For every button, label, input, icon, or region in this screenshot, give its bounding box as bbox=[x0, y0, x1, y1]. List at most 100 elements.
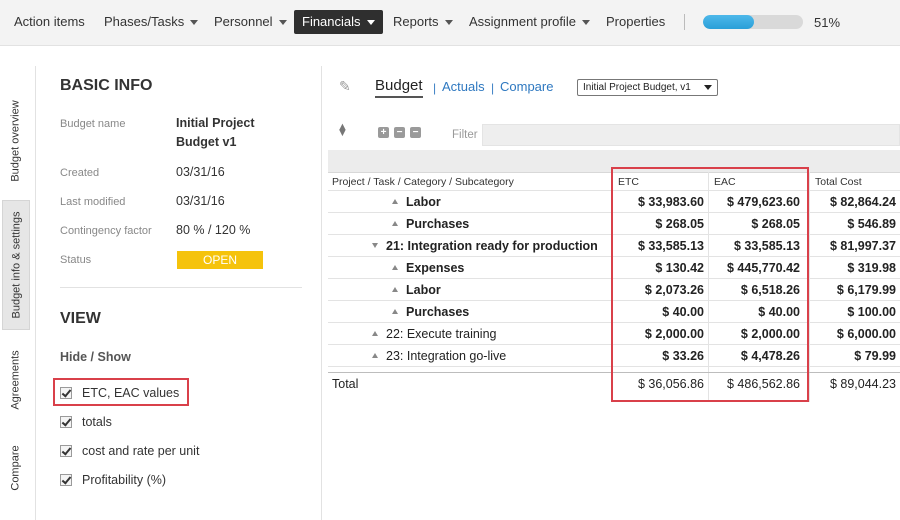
nav-phases-tasks[interactable]: Phases/Tasks bbox=[104, 10, 199, 34]
expand-toggle-icon[interactable] bbox=[372, 353, 378, 359]
total-cost-value: $ 81,997.37 bbox=[829, 239, 896, 253]
expand-toggle-icon[interactable] bbox=[392, 265, 398, 271]
nav-assignment-profile[interactable]: Assignment profile bbox=[469, 10, 590, 34]
nav-label: Action items bbox=[14, 14, 85, 29]
last-modified-label: Last modified bbox=[60, 196, 126, 208]
nav-label: Financials bbox=[302, 14, 361, 29]
nav-label: Phases/Tasks bbox=[104, 14, 185, 29]
row-label: Expenses bbox=[406, 261, 465, 275]
progress-label: 51% bbox=[814, 15, 841, 30]
hide-show-label: Hide / Show bbox=[60, 350, 131, 364]
expand-toggle-icon[interactable] bbox=[392, 221, 398, 227]
expand-toggle-icon[interactable] bbox=[392, 309, 398, 315]
row-name: Purchases bbox=[332, 301, 612, 323]
checkbox-checked[interactable] bbox=[60, 474, 72, 486]
basic-info-panel: BASIC INFO Budget name Initial Project B… bbox=[36, 66, 322, 520]
budget-select-value: Initial Project Budget, v1 bbox=[583, 82, 691, 93]
last-modified-value: 03/31/16 bbox=[176, 194, 225, 208]
pencil-icon[interactable]: ✎ bbox=[339, 78, 351, 95]
chevron-down-icon bbox=[190, 20, 199, 26]
contingency-value: 80 % / 120 % bbox=[176, 223, 251, 237]
total-cost-value: $ 100.00 bbox=[847, 305, 896, 319]
etc-eac-highlight bbox=[53, 378, 189, 406]
total-cost-value: $ 82,864.24 bbox=[829, 195, 896, 209]
budget-name-label: Budget name bbox=[60, 118, 126, 130]
checkbox-checked[interactable] bbox=[60, 416, 72, 428]
budget-name-value: Initial Project Budget v1 bbox=[176, 116, 255, 149]
basic-info-title: BASIC INFO bbox=[60, 77, 153, 94]
expand-all-icon[interactable]: + bbox=[378, 127, 389, 138]
chevron-down-icon bbox=[444, 20, 453, 26]
total-cost-value: $ 546.89 bbox=[847, 217, 896, 231]
nav-action-items[interactable]: Action items bbox=[14, 10, 85, 34]
row-name: 23: Integration go-live bbox=[332, 345, 612, 367]
top-nav: Action items Phases/Tasks Personnel Fina… bbox=[0, 0, 900, 46]
option-label: Profitability (%) bbox=[82, 473, 167, 487]
chevron-down-icon bbox=[366, 20, 375, 26]
created-value: 03/31/16 bbox=[176, 165, 225, 179]
side-tab-label: Budget info & settings bbox=[10, 211, 23, 319]
tab-compare[interactable]: Compare bbox=[500, 79, 553, 94]
chevron-down-icon bbox=[704, 85, 712, 90]
expand-toggle-icon[interactable] bbox=[392, 287, 398, 293]
contingency-label: Contingency factor bbox=[60, 225, 152, 237]
expand-toggle-icon[interactable] bbox=[392, 199, 398, 205]
side-tab-agreements[interactable]: Agreements bbox=[2, 342, 30, 418]
row-name: Expenses bbox=[332, 257, 612, 279]
nav-financials[interactable]: Financials bbox=[294, 10, 383, 34]
row-label: 21: Integration ready for production bbox=[386, 239, 598, 253]
row-label: Purchases bbox=[406, 217, 470, 231]
side-tab-label: Budget overview bbox=[10, 100, 23, 182]
nav-label: Reports bbox=[393, 14, 439, 29]
view-title: VIEW bbox=[60, 310, 101, 327]
section-divider bbox=[60, 287, 302, 288]
created-label: Created bbox=[60, 167, 100, 179]
row-label: 22: Execute training bbox=[386, 327, 497, 341]
option-profitability[interactable]: Profitability (%) bbox=[60, 470, 166, 490]
total-cost-value: $ 79.99 bbox=[854, 349, 896, 363]
nav-reports[interactable]: Reports bbox=[393, 10, 453, 34]
tab-actuals[interactable]: Actuals bbox=[442, 79, 485, 94]
side-tab-compare[interactable]: Compare bbox=[2, 436, 30, 500]
row-name: Labor bbox=[332, 191, 612, 213]
column-header-name[interactable]: Project / Task / Category / Subcategory bbox=[332, 173, 612, 192]
nav-label: Personnel bbox=[214, 14, 273, 29]
nav-label: Assignment profile bbox=[469, 14, 576, 29]
side-tab-budget-info-settings[interactable]: Budget info & settings bbox=[2, 200, 30, 330]
row-label: Labor bbox=[406, 195, 441, 209]
chevron-down-icon bbox=[581, 20, 590, 26]
total-cost: $ 89,044.23 bbox=[829, 377, 896, 391]
option-label: cost and rate per unit bbox=[82, 444, 200, 458]
collapse-icon[interactable]: − bbox=[394, 127, 405, 138]
column-divider bbox=[809, 172, 810, 402]
tab-budget[interactable]: Budget bbox=[375, 77, 423, 98]
nav-divider bbox=[684, 14, 685, 30]
row-name: Labor bbox=[332, 279, 612, 301]
filter-input[interactable] bbox=[482, 124, 900, 146]
tab-separator: | bbox=[433, 81, 437, 95]
row-label: Labor bbox=[406, 283, 441, 297]
row-name: 21: Integration ready for production bbox=[332, 235, 612, 257]
collapse-toggle-icon[interactable] bbox=[372, 243, 378, 249]
checkbox-checked[interactable] bbox=[60, 445, 72, 457]
chevron-down-icon bbox=[278, 20, 287, 26]
total-cost-value: $ 6,179.99 bbox=[836, 283, 896, 297]
row-label: Purchases bbox=[406, 305, 470, 319]
total-cost-value: $ 319.98 bbox=[847, 261, 896, 275]
collapse-all-icon[interactable]: − bbox=[410, 127, 421, 138]
option-totals[interactable]: totals bbox=[60, 412, 112, 432]
option-cost-rate[interactable]: cost and rate per unit bbox=[60, 441, 199, 461]
sort-icon[interactable]: ▲ ▼ bbox=[337, 122, 348, 139]
side-tab-budget-overview[interactable]: Budget overview bbox=[2, 86, 30, 196]
total-cost-value: $ 6,000.00 bbox=[836, 327, 896, 341]
side-tab-label: Compare bbox=[10, 445, 22, 491]
expand-toggle-icon[interactable] bbox=[372, 331, 378, 337]
budget-select[interactable]: Initial Project Budget, v1 bbox=[577, 79, 718, 96]
nav-personnel[interactable]: Personnel bbox=[214, 10, 287, 34]
total-label: Total bbox=[332, 377, 359, 391]
filter-label: Filter bbox=[452, 129, 478, 141]
side-tab-label: Agreements bbox=[10, 350, 22, 410]
nav-properties[interactable]: Properties bbox=[606, 10, 665, 34]
side-tabs: Budget overview Budget info & settings A… bbox=[0, 66, 36, 520]
column-header-total[interactable]: Total Cost bbox=[809, 173, 896, 192]
